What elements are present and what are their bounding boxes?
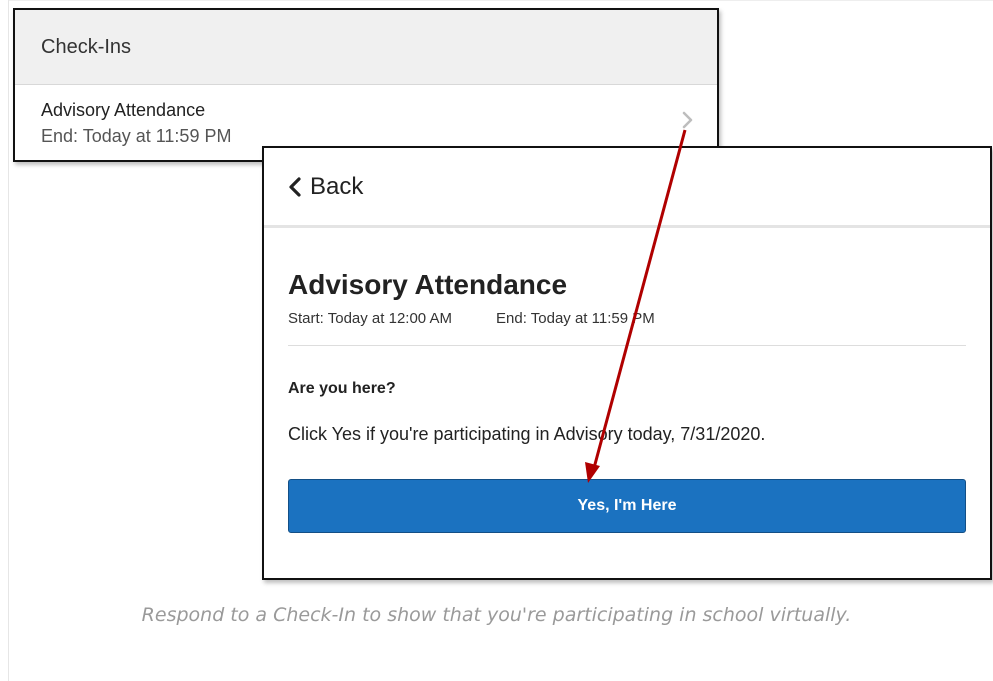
yes-im-here-button[interactable]: Yes, I'm Here: [288, 479, 966, 533]
chevron-right-icon[interactable]: [681, 111, 695, 129]
frame-left-border: [8, 0, 9, 681]
checkin-item-title: Advisory Attendance: [41, 100, 206, 120]
frame-top-border: [8, 0, 993, 1]
checkin-item-end-time: End: Today at 11:59 PM: [41, 126, 232, 146]
figure-caption: Respond to a Check-In to show that you'r…: [141, 604, 852, 626]
detail-title: Advisory Attendance: [288, 269, 568, 300]
back-label: Back: [310, 172, 364, 200]
checkins-panel: Check-Ins Advisory Attendance End: Today…: [13, 8, 719, 162]
chevron-left-icon: [289, 176, 301, 197]
detail-times: Start: Today at 12:00 AM End: Today at 1…: [288, 310, 966, 327]
back-button[interactable]: Back: [288, 173, 363, 201]
attendance-instruction: Click Yes if you're participating in Adv…: [288, 424, 766, 444]
checkin-detail-panel: Back Advisory Attendance Start: Today at…: [262, 146, 992, 580]
start-time: Start: Today at 12:00 AM: [288, 310, 452, 327]
checkins-header: Check-Ins: [15, 10, 717, 85]
detail-body: Advisory Attendance Start: Today at 12:0…: [264, 268, 990, 533]
detail-header: Back: [264, 148, 990, 228]
divider: [288, 345, 966, 346]
checkins-title: Check-Ins: [41, 35, 132, 58]
end-time: End: Today at 11:59 PM: [496, 310, 655, 327]
attendance-question: Are you here?: [288, 380, 396, 397]
